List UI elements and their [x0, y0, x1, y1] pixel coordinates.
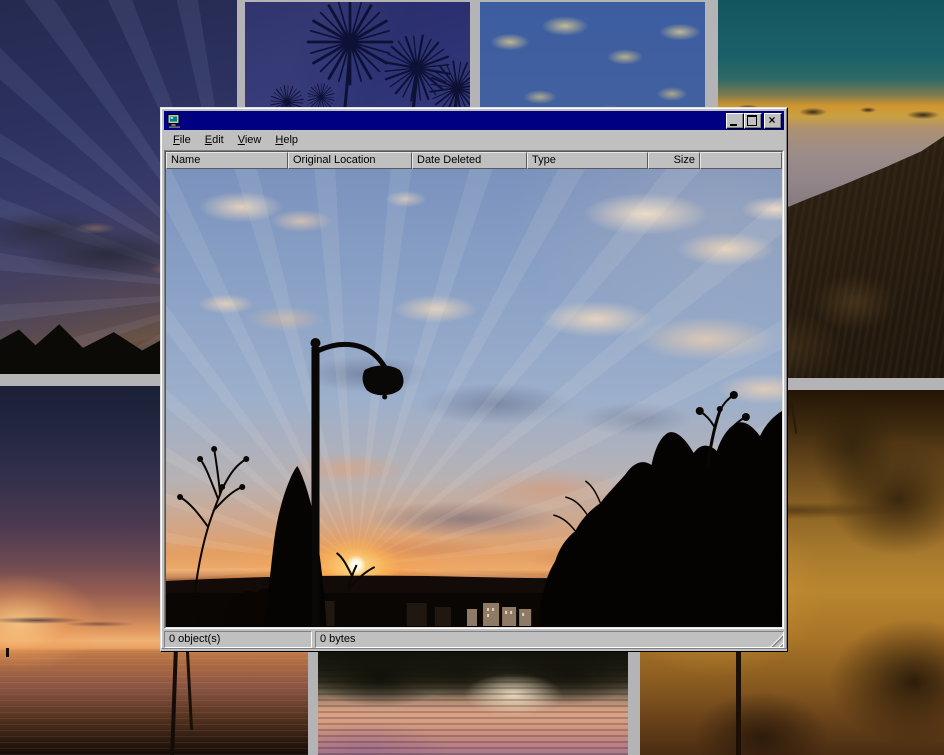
water-ripples — [0, 652, 308, 755]
pole-silhouette — [6, 648, 9, 657]
status-object-count: 0 object(s) — [164, 631, 312, 648]
status-bar: 0 object(s) 0 bytes — [164, 631, 784, 648]
column-header-filler — [700, 152, 782, 169]
menu-file[interactable]: File — [166, 132, 198, 148]
desktop-wallpaper: × File Edit View Help Name Original Loca… — [0, 0, 944, 755]
wallpaper-photo-water-reflection — [318, 651, 628, 755]
close-button[interactable]: × — [764, 113, 782, 129]
column-header-original-location[interactable]: Original Location — [288, 152, 412, 169]
title-bar[interactable]: × — [164, 111, 784, 130]
pole-silhouette — [736, 652, 741, 755]
file-list-view[interactable]: Name Original Location Date Deleted Type… — [164, 150, 784, 629]
branch-silhouette — [789, 392, 798, 434]
column-header-size[interactable]: Size — [648, 152, 700, 169]
water-ripples — [318, 651, 628, 755]
minimize-button[interactable] — [726, 113, 744, 129]
minimize-icon — [730, 124, 737, 126]
menu-bar: File Edit View Help — [164, 130, 784, 150]
column-header-date-deleted[interactable]: Date Deleted — [412, 152, 527, 169]
recycle-bin-window: × File Edit View Help Name Original Loca… — [160, 107, 788, 652]
silhouette-layer — [166, 169, 782, 627]
column-header-row: Name Original Location Date Deleted Type… — [166, 152, 782, 169]
maximize-button[interactable] — [744, 113, 762, 129]
sunset-streetlamp-photo[interactable] — [166, 169, 782, 627]
computer-icon — [167, 114, 182, 128]
menu-edit[interactable]: Edit — [198, 132, 231, 148]
menu-help[interactable]: Help — [268, 132, 305, 148]
column-header-type[interactable]: Type — [527, 152, 648, 169]
menu-view[interactable]: View — [231, 132, 269, 148]
column-header-name[interactable]: Name — [166, 152, 288, 169]
maximize-icon — [747, 115, 757, 126]
close-icon: × — [765, 113, 779, 127]
status-total-size: 0 bytes — [315, 631, 784, 648]
